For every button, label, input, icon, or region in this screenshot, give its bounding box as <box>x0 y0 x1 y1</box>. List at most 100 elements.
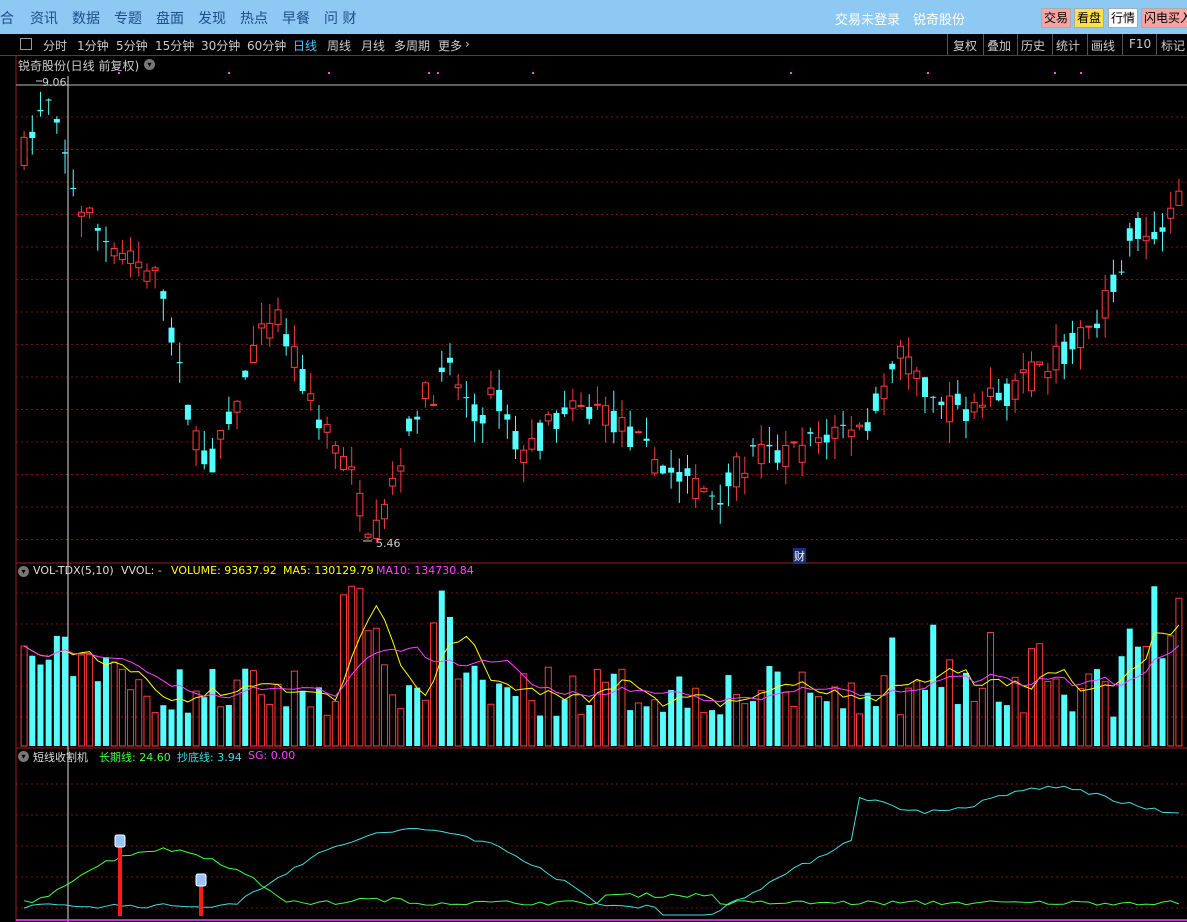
volume-bar <box>855 713 863 747</box>
finance-marker[interactable]: 财 <box>793 548 806 564</box>
candle-body <box>168 327 175 343</box>
volume-bar <box>143 695 151 747</box>
volume-indicator-name[interactable]: VOL-TDX(5,10) <box>33 564 114 577</box>
nav-item-topics[interactable]: 专题 <box>114 8 142 28</box>
period-daily[interactable]: 日线 <box>293 37 317 54</box>
candle-body <box>1036 361 1044 366</box>
volume-bar <box>823 701 830 746</box>
candle-body <box>496 389 503 412</box>
history-button[interactable]: 历史 <box>1021 37 1045 54</box>
chevron-down-icon[interactable]: ▾ <box>18 751 29 762</box>
candle-body <box>864 422 871 431</box>
ma10-value: MA10: 134730.84 <box>376 564 474 577</box>
candle-body <box>1052 345 1060 371</box>
volume-bar <box>627 710 634 746</box>
period-30min[interactable]: 30分钟 <box>201 37 240 54</box>
flash-buy-button[interactable]: 闪电买入 <box>1141 8 1187 28</box>
candle-body <box>127 250 135 264</box>
volume-bar <box>512 696 519 746</box>
volume-bar <box>840 708 847 746</box>
chevron-down-icon[interactable]: ▾ <box>18 566 29 577</box>
quotes-button[interactable]: 行情 <box>1108 8 1139 28</box>
volume-bar <box>184 712 191 746</box>
period-5min[interactable]: 5分钟 <box>116 37 148 54</box>
draw-line-button[interactable]: 画线 <box>1091 37 1115 54</box>
mark-button[interactable]: 标记 <box>1161 37 1185 54</box>
candle-body <box>103 241 109 243</box>
candle-body <box>831 426 839 439</box>
period-multi[interactable]: 多周期 <box>394 37 430 54</box>
layout-toggle-icon[interactable] <box>20 38 32 50</box>
candle-body <box>299 369 306 392</box>
volume-bar <box>20 645 28 747</box>
period-1min[interactable]: 1分钟 <box>77 37 109 54</box>
volume-bar <box>643 706 650 746</box>
period-60min[interactable]: 60分钟 <box>247 37 286 54</box>
volume-bar <box>1151 586 1158 746</box>
signal-marker-icon <box>195 873 207 887</box>
volume-bar <box>340 594 348 747</box>
period-monthly[interactable]: 月线 <box>361 37 385 54</box>
candle-body <box>487 387 495 396</box>
signal-markers <box>36 80 372 916</box>
candle-body <box>1011 379 1019 400</box>
candle-body <box>733 456 741 488</box>
volume-bar <box>922 689 929 746</box>
volume-bar <box>930 624 937 746</box>
adjust-rights-button[interactable]: 复权 <box>953 37 977 54</box>
nav-item-hot[interactable]: 热点 <box>240 8 268 28</box>
candle-body <box>479 414 486 424</box>
volume-bar <box>45 659 52 746</box>
candle-body <box>627 426 634 448</box>
candle-body <box>1126 228 1133 241</box>
volume-bar <box>774 671 781 746</box>
nav-item-news[interactable]: 资讯 <box>30 8 58 28</box>
nav-item-market[interactable]: 盘面 <box>156 8 184 28</box>
candle-body <box>307 393 315 401</box>
volume-bar <box>70 676 77 746</box>
f10-button[interactable]: F10 <box>1129 37 1151 51</box>
overlay-button[interactable]: 叠加 <box>987 37 1011 54</box>
indicator-name[interactable]: 短线收割机 <box>33 749 88 765</box>
candle-body <box>274 309 282 326</box>
candle-body <box>847 429 855 438</box>
login-status-link[interactable]: 交易未登录 <box>835 9 900 28</box>
watch-button[interactable]: 看盘 <box>1074 8 1105 28</box>
vvol-value: VVOL: - <box>121 564 162 577</box>
stock-chart-area[interactable] <box>0 56 1187 922</box>
volume-bar <box>1036 643 1044 747</box>
candle-body <box>1167 207 1175 219</box>
chevron-down-icon[interactable]: ▾ <box>144 59 155 70</box>
volume-bar <box>103 657 109 746</box>
nav-item-comprehensive[interactable]: 综合 <box>0 8 14 28</box>
volume-bar <box>553 715 560 746</box>
period-weekly[interactable]: 周线 <box>327 37 351 54</box>
candle-body <box>421 382 429 400</box>
volume-bar <box>29 655 36 746</box>
volume-bars <box>20 585 1183 747</box>
toolbar-divider <box>1052 34 1053 55</box>
toolbar-divider <box>983 34 984 55</box>
volume-bar <box>397 708 405 747</box>
candle-body <box>512 431 519 450</box>
stock-name-link[interactable]: 锐奇股份 <box>913 9 965 28</box>
candle-body <box>1101 290 1109 319</box>
candle-body <box>643 438 650 441</box>
statistics-button[interactable]: 统计 <box>1056 37 1080 54</box>
chevron-right-icon[interactable]: › <box>465 37 470 51</box>
candle-body <box>118 252 126 260</box>
volume-bar <box>1142 645 1150 747</box>
nav-item-breakfast[interactable]: 早餐 <box>282 8 310 28</box>
nav-item-wencai[interactable]: 问 财 <box>324 8 356 28</box>
volume-bar <box>249 670 257 747</box>
candle-body <box>684 468 691 476</box>
volume-bar <box>380 664 388 747</box>
volume-bar <box>86 654 94 747</box>
nav-item-data[interactable]: 数据 <box>72 8 100 28</box>
trade-button[interactable]: 交易 <box>1041 8 1072 28</box>
candle-body <box>938 401 945 406</box>
period-15min[interactable]: 15分钟 <box>155 37 194 54</box>
period-more[interactable]: 更多 <box>438 37 462 54</box>
period-intraday[interactable]: 分时 <box>43 37 67 54</box>
nav-item-discover[interactable]: 发现 <box>198 8 226 28</box>
